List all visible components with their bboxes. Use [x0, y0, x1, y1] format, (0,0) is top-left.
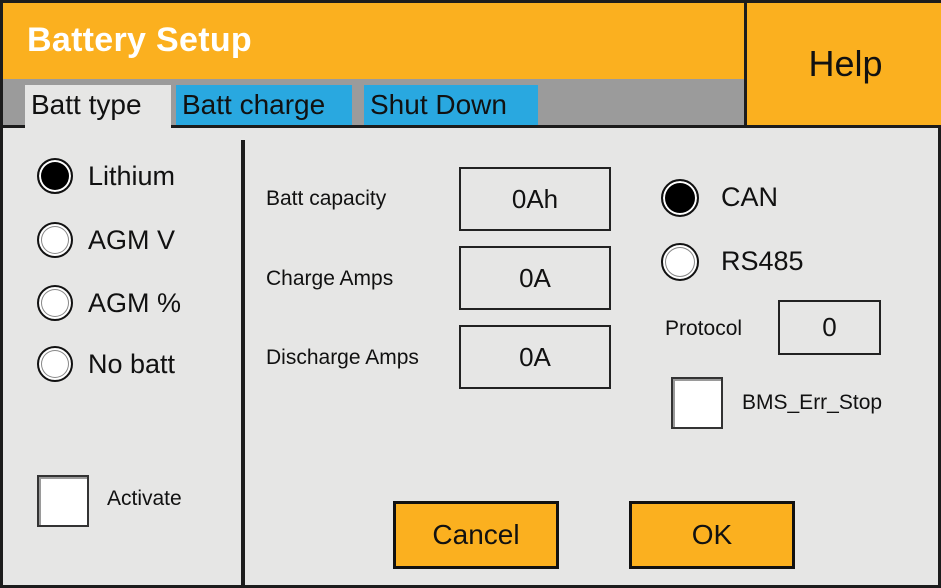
radio-rs485[interactable]: [661, 243, 699, 281]
tab-strip: Batt type Batt charge Shut Down: [3, 79, 744, 128]
protocol-field[interactable]: 0: [778, 300, 881, 355]
activate-checkbox[interactable]: [37, 475, 89, 527]
radio-agm-v-label: AGM V: [88, 225, 176, 255]
cancel-button[interactable]: Cancel: [393, 501, 559, 569]
radio-can-label: CAN: [721, 182, 779, 212]
tab-batt-type[interactable]: Batt type: [25, 85, 171, 128]
batt-capacity-label: Batt capacity: [266, 187, 387, 210]
protocol-label: Protocol: [665, 317, 743, 340]
ok-button[interactable]: OK: [629, 501, 795, 569]
radio-lithium-label: Lithium: [88, 161, 176, 191]
bms-err-stop-checkbox[interactable]: [671, 377, 723, 429]
charge-amps-label: Charge Amps: [266, 267, 394, 290]
battery-setup-window: Battery Setup Help Batt type Batt charge…: [0, 0, 941, 588]
tab-batt-charge[interactable]: Batt charge: [176, 85, 352, 125]
radio-agm-v[interactable]: [37, 222, 73, 258]
radio-agm-percent-label: AGM %: [88, 288, 182, 318]
discharge-amps-label: Discharge Amps: [266, 346, 419, 369]
radio-can[interactable]: [661, 179, 699, 217]
discharge-amps-field[interactable]: 0A: [459, 325, 611, 389]
radio-no-batt-label: No batt: [88, 349, 176, 379]
help-button[interactable]: Help: [744, 3, 941, 128]
vertical-divider: [241, 140, 245, 588]
charge-amps-field[interactable]: 0A: [459, 246, 611, 310]
radio-lithium[interactable]: [37, 158, 73, 194]
radio-no-batt[interactable]: [37, 346, 73, 382]
radio-rs485-label: RS485: [721, 246, 804, 276]
bms-err-stop-label: BMS_Err_Stop: [742, 391, 883, 414]
page-title: Battery Setup: [27, 21, 252, 59]
radio-agm-percent[interactable]: [37, 285, 73, 321]
batt-capacity-field[interactable]: 0Ah: [459, 167, 611, 231]
activate-label: Activate: [107, 487, 182, 510]
tab-shut-down[interactable]: Shut Down: [364, 85, 538, 125]
title-bar: Battery Setup: [3, 3, 744, 79]
